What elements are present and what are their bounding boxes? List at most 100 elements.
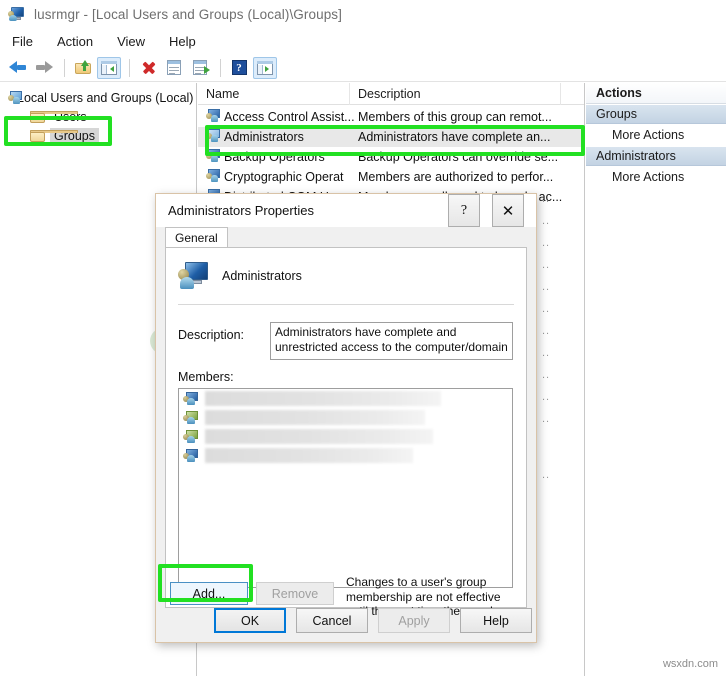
menu-item-action[interactable]: Action — [55, 32, 103, 51]
description-label: Description: — [178, 328, 244, 342]
tree-item-groups[interactable]: Groups — [0, 126, 196, 145]
column-header-description[interactable]: Description — [350, 83, 561, 105]
list-row-administrators[interactable]: Administrators Administrators have compl… — [198, 127, 584, 148]
ok-button[interactable]: OK — [214, 608, 286, 633]
dialog-title: Administrators Properties — [168, 203, 314, 218]
user-icon — [183, 448, 199, 463]
administrators-properties-dialog: Administrators Properties ? ✕ General Ad… — [155, 193, 537, 643]
toolbar-separator — [220, 58, 221, 77]
redacted-member-name — [205, 410, 425, 425]
computer-users-icon — [8, 6, 26, 23]
list-header: Name Description — [198, 83, 584, 105]
folder-icon — [30, 129, 78, 142]
tree-root-label: Local Users and Groups (Local) — [17, 90, 194, 105]
column-header-extra[interactable] — [561, 83, 584, 105]
delete-icon[interactable] — [136, 57, 160, 79]
group-icon — [206, 129, 221, 148]
list-cell-description: Members of this group can remot... — [358, 110, 552, 124]
list-cell-name: Cryptographic Operat — [224, 170, 344, 184]
tree-item-root[interactable]: Local Users and Groups (Local) — [0, 88, 196, 107]
list-row[interactable]: Access Control Assist... Members of this… — [198, 107, 584, 128]
truncation-dots: .. — [542, 215, 551, 227]
actions-more-actions-administrators[interactable]: More Actions — [586, 166, 726, 188]
application-window: lusrmgr - [Local Users and Groups (Local… — [0, 0, 726, 676]
truncation-dots: .. — [542, 391, 551, 403]
truncation-dots: .. — [542, 259, 551, 271]
truncation-dots: .. — [542, 281, 551, 293]
toolbar: ? — [0, 54, 726, 82]
menu-item-view[interactable]: View — [115, 32, 155, 51]
list-cell-description: Backup Operators can override se... — [358, 150, 559, 164]
help-icon[interactable]: ? — [227, 57, 251, 79]
actions-section-administrators: Administrators — [586, 146, 726, 166]
close-icon[interactable]: ✕ — [492, 194, 524, 227]
group-icon — [183, 410, 199, 425]
dialog-help-icon[interactable]: ? — [448, 194, 480, 227]
group-icon — [183, 429, 199, 444]
list-row[interactable]: Backup Operators Backup Operators can ov… — [198, 147, 584, 168]
truncation-dots: .. — [542, 413, 551, 425]
show-hide-console-tree-icon[interactable] — [97, 56, 121, 79]
export-list-icon[interactable] — [188, 57, 212, 79]
cancel-button[interactable]: Cancel — [296, 608, 368, 633]
window-title: lusrmgr - [Local Users and Groups (Local… — [34, 7, 343, 22]
back-icon[interactable] — [6, 57, 30, 79]
properties-icon[interactable] — [162, 57, 186, 79]
apply-button: Apply — [378, 608, 450, 633]
folder-icon — [30, 110, 78, 123]
list-cell-name: Backup Operators — [224, 150, 325, 164]
tab-general[interactable]: General — [165, 227, 228, 248]
redacted-member-name — [205, 448, 413, 463]
group-name-label: Administrators — [222, 268, 302, 283]
toolbar-separator — [64, 58, 65, 77]
dialog-title-bar: Administrators Properties ? ✕ — [156, 194, 536, 227]
menu-item-file[interactable]: File — [10, 32, 43, 51]
group-icon — [206, 149, 221, 168]
list-item[interactable] — [179, 446, 512, 465]
list-row[interactable]: Cryptographic Operat Members are authori… — [198, 167, 584, 188]
actions-section-groups: Groups — [586, 104, 726, 124]
menu-bar: File Action View Help — [0, 29, 726, 54]
help-button[interactable]: Help — [460, 608, 532, 633]
column-header-name[interactable]: Name — [198, 83, 350, 105]
list-item[interactable] — [179, 427, 512, 446]
user-icon — [183, 391, 199, 406]
truncation-dots: .. — [542, 303, 551, 315]
truncation-dots: .. — [542, 469, 551, 481]
redacted-member-name — [205, 429, 433, 444]
description-field[interactable]: Administrators have complete and unrestr… — [270, 322, 513, 360]
group-icon — [206, 109, 221, 128]
truncation-dots: .. — [542, 369, 551, 381]
list-cell-name: Administrators — [224, 130, 304, 144]
group-icon — [206, 169, 221, 188]
menu-item-help[interactable]: Help — [167, 32, 206, 51]
group-large-icon — [178, 262, 208, 289]
divider — [178, 304, 514, 305]
list-cell-name: Access Control Assist... — [224, 110, 354, 124]
redacted-member-name — [205, 391, 441, 406]
actions-pane-title: Actions — [586, 83, 726, 104]
members-list[interactable] — [178, 388, 513, 588]
truncation-dots: .. — [542, 347, 551, 359]
list-item[interactable] — [179, 408, 512, 427]
forward-icon[interactable] — [32, 57, 56, 79]
list-item[interactable] — [179, 389, 512, 408]
tab-strip: General — [165, 227, 527, 248]
toolbar-separator — [129, 58, 130, 77]
title-bar: lusrmgr - [Local Users and Groups (Local… — [0, 0, 726, 29]
dialog-footer: OK Cancel Apply Help — [156, 608, 536, 634]
members-label: Members: — [178, 370, 234, 384]
truncation-dots: .. — [542, 237, 551, 249]
actions-pane: Actions Groups More Actions Administrato… — [586, 83, 726, 676]
list-cell-description: Members are authorized to perfor... — [358, 170, 554, 184]
up-one-level-icon[interactable] — [71, 57, 95, 79]
dialog-remove-button: Remove — [256, 582, 334, 605]
truncation-dots: .. — [542, 325, 551, 337]
truncation-dots: .. — [542, 193, 551, 205]
actions-more-actions-groups[interactable]: More Actions — [586, 124, 726, 146]
show-action-pane-icon[interactable] — [253, 56, 277, 79]
dialog-add-button[interactable]: Add... — [170, 582, 248, 605]
dialog-body: General Administrators Description: Admi… — [156, 227, 536, 642]
watermark-source: wsxdn.com — [662, 658, 718, 670]
tree-item-users[interactable]: Users — [0, 107, 196, 126]
